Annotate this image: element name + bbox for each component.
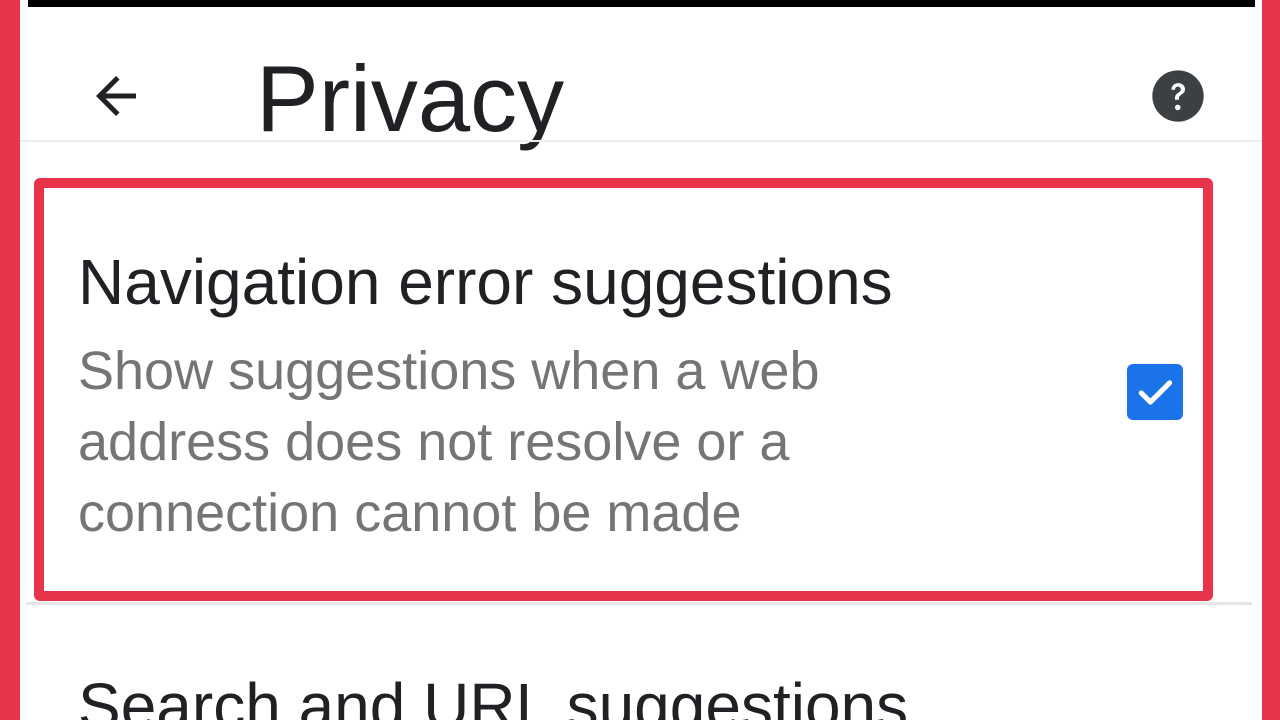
arrow-back-icon xyxy=(96,76,136,116)
help-button[interactable] xyxy=(1148,66,1208,126)
row-divider xyxy=(26,602,1252,605)
search-and-url-suggestions-setting[interactable]: Search and URL suggestions xyxy=(78,668,908,720)
highlight-frame xyxy=(34,178,1213,601)
status-bar-edge xyxy=(28,0,1255,7)
back-button[interactable] xyxy=(76,56,156,136)
page-title: Privacy xyxy=(256,46,565,151)
settings-screen: Privacy Navigation error suggestions Sho… xyxy=(20,0,1262,720)
help-circle-icon xyxy=(1152,70,1204,122)
header-divider xyxy=(20,140,1262,142)
